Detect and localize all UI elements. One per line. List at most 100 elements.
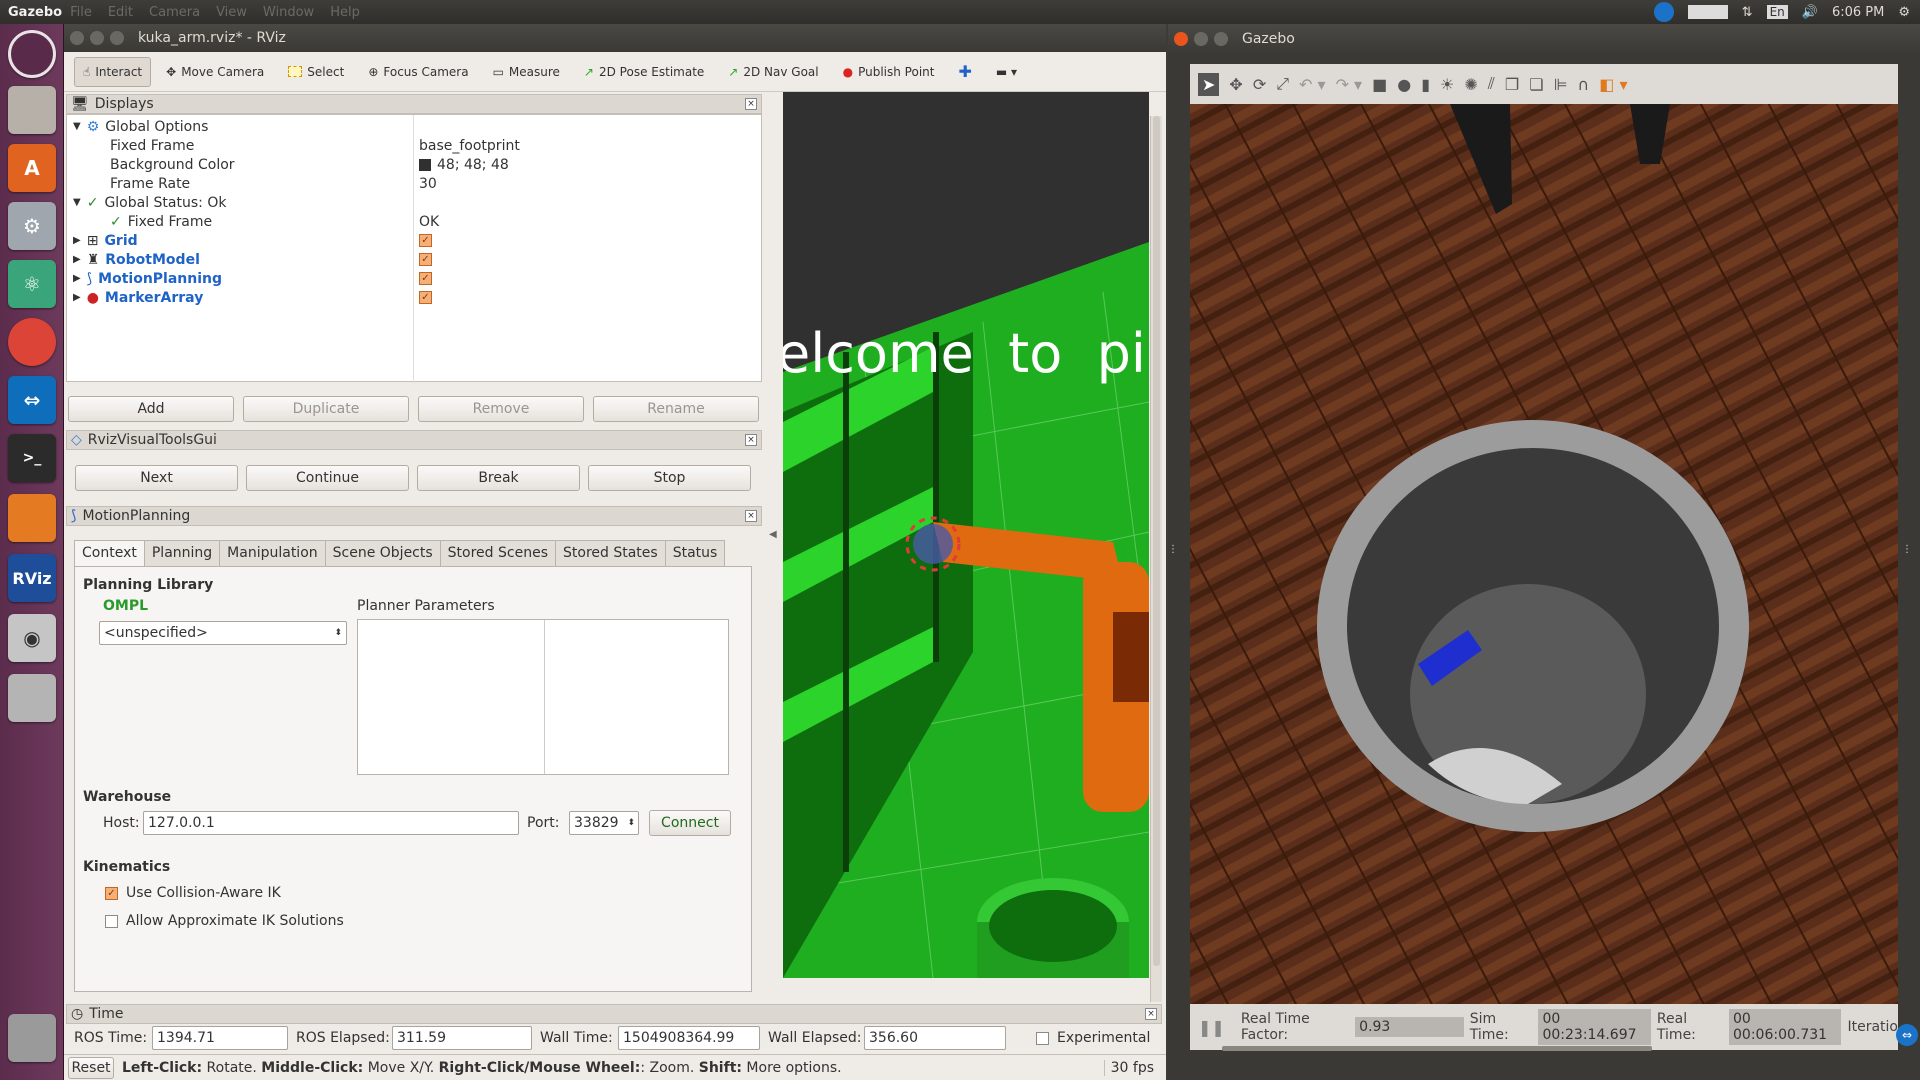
system-settings-icon[interactable]: ⚙ xyxy=(8,202,56,250)
connect-button[interactable]: Connect xyxy=(649,810,731,836)
collision-ik-option[interactable]: ✓ Use Collision-Aware IK xyxy=(105,885,281,901)
nav-goal-tool[interactable]: ↗ 2D Nav Goal xyxy=(719,57,827,87)
terminal-icon[interactable]: >_ xyxy=(8,434,56,482)
tree-global-status[interactable]: ▼ ✓ Global Status: Ok xyxy=(73,193,226,212)
gazebo-3d-scene[interactable] xyxy=(1190,104,1898,1004)
volume-icon[interactable]: 🔊 xyxy=(1802,5,1818,20)
box-shape-icon[interactable]: ■ xyxy=(1372,75,1387,94)
minimize-window-button[interactable] xyxy=(1194,32,1208,46)
disk-icon[interactable] xyxy=(8,674,56,722)
redo-icon[interactable]: ↷ ▾ xyxy=(1336,75,1363,94)
approx-ik-option[interactable]: Allow Approximate IK Solutions xyxy=(105,913,344,929)
grid-checkbox[interactable]: ✓ xyxy=(419,234,432,247)
tab-planning[interactable]: Planning xyxy=(143,540,221,566)
tab-stored-scenes[interactable]: Stored Scenes xyxy=(439,540,556,566)
clock[interactable]: 6:06 PM xyxy=(1832,5,1884,20)
left-collapse-handle[interactable]: ⋮ xyxy=(1168,544,1178,555)
menu-window[interactable]: Window xyxy=(263,5,314,20)
close-panel-button[interactable]: × xyxy=(1145,1008,1157,1020)
point-light-icon[interactable]: ☀ xyxy=(1440,75,1454,94)
close-panel-button[interactable]: × xyxy=(745,510,757,522)
right-collapse-handle[interactable]: ⋮ xyxy=(1902,544,1912,555)
sublime-icon[interactable] xyxy=(8,494,56,542)
view-scrollbar[interactable] xyxy=(1150,116,1162,1002)
stop-button[interactable]: Stop xyxy=(588,465,751,491)
close-window-button[interactable] xyxy=(1174,32,1188,46)
wall-elapsed-field[interactable]: 356.60 xyxy=(864,1026,1006,1050)
select-mode-icon[interactable]: ➤ xyxy=(1198,72,1220,96)
settings-gear-icon[interactable]: ⚙ xyxy=(1898,5,1910,20)
software-center-icon[interactable]: A xyxy=(8,144,56,192)
spot-light-icon[interactable]: ✺ xyxy=(1464,75,1477,94)
atom-editor-icon[interactable]: ⚛ xyxy=(8,260,56,308)
tab-scene-objects[interactable]: Scene Objects xyxy=(324,540,441,566)
maximize-window-button[interactable] xyxy=(1214,32,1228,46)
view-angle-icon[interactable]: ◧ ▾ xyxy=(1599,75,1627,94)
duplicate-display-button[interactable]: Duplicate xyxy=(243,396,409,422)
copy-icon[interactable]: ❐ xyxy=(1505,75,1519,94)
rename-display-button[interactable]: Rename xyxy=(593,396,759,422)
collapse-arrow-icon[interactable]: ▶ xyxy=(73,235,81,246)
expand-arrow-icon[interactable]: ▼ xyxy=(73,197,81,208)
cylinder-shape-icon[interactable]: ▮ xyxy=(1421,75,1430,94)
rviz-icon[interactable]: RViz xyxy=(8,554,56,602)
tree-motionplanning[interactable]: ▶ ⟆ MotionPlanning xyxy=(73,269,222,288)
spin-arrows-icon[interactable]: ⬍ xyxy=(627,812,635,834)
network-icon[interactable]: ⇅ xyxy=(1742,5,1753,20)
directional-light-icon[interactable]: ⫽ xyxy=(1488,74,1495,94)
teamviewer-tray-icon[interactable] xyxy=(1653,2,1674,22)
ubuntu-dash-icon[interactable] xyxy=(8,30,56,78)
tab-status[interactable]: Status xyxy=(664,540,726,566)
menu-help[interactable]: Help xyxy=(330,5,360,20)
select-tool[interactable]: Select xyxy=(279,57,353,87)
close-panel-button[interactable]: × xyxy=(745,434,757,446)
motionplanning-checkbox[interactable]: ✓ xyxy=(419,272,432,285)
robotmodel-checkbox[interactable]: ✓ xyxy=(419,253,432,266)
paste-icon[interactable]: ❏ xyxy=(1529,75,1543,94)
approx-ik-checkbox[interactable] xyxy=(105,914,118,928)
horizontal-scrollbar[interactable] xyxy=(1222,1046,1652,1051)
publish-point-tool[interactable]: ● Publish Point xyxy=(834,57,944,87)
menu-camera[interactable]: Camera xyxy=(149,5,200,20)
tree-global-options[interactable]: ▼ ⚙ Global Options xyxy=(73,117,208,136)
collision-ik-checkbox[interactable]: ✓ xyxy=(105,886,118,900)
tree-markerarray[interactable]: ▶ ● MarkerArray xyxy=(73,288,203,307)
menu-view[interactable]: View xyxy=(216,5,247,20)
break-button[interactable]: Break xyxy=(417,465,580,491)
bg-color-value[interactable]: 48; 48; 48 xyxy=(419,155,509,174)
wall-time-field[interactable]: 1504908364.99 xyxy=(618,1026,760,1050)
frame-rate-value[interactable]: 30 xyxy=(419,174,437,193)
expand-arrow-icon[interactable]: ▼ xyxy=(73,121,81,132)
ros-time-field[interactable]: 1394.71 xyxy=(152,1026,288,1050)
add-tool-button[interactable]: ✚ xyxy=(949,57,980,87)
close-window-button[interactable] xyxy=(70,31,84,45)
pause-icon[interactable]: ❚❚ xyxy=(1198,1018,1225,1037)
planner-select[interactable]: <unspecified> ⬍ xyxy=(99,621,347,645)
file-manager-icon[interactable] xyxy=(8,86,56,134)
continue-button[interactable]: Continue xyxy=(246,465,409,491)
undo-icon[interactable]: ↶ ▾ xyxy=(1299,75,1326,94)
trash-icon[interactable] xyxy=(8,1014,56,1062)
rotate-mode-icon[interactable]: ⟳ xyxy=(1253,75,1266,94)
next-button[interactable]: Next xyxy=(75,465,238,491)
fixed-frame-value[interactable]: base_footprint xyxy=(419,136,520,155)
keyboard-lang[interactable]: En xyxy=(1766,5,1788,19)
tab-manipulation[interactable]: Manipulation xyxy=(219,540,326,566)
align-icon[interactable]: ⊫ xyxy=(1554,75,1568,94)
measure-tool[interactable]: ▭ Measure xyxy=(484,57,569,87)
teamviewer-icon[interactable]: ⇔ xyxy=(8,376,56,424)
battery-icon[interactable] xyxy=(1687,5,1728,19)
host-input[interactable]: 127.0.0.1 xyxy=(143,811,519,835)
screenshot-icon[interactable]: ◉ xyxy=(8,614,56,662)
tree-grid[interactable]: ▶ ⊞ Grid xyxy=(73,231,138,250)
move-camera-tool[interactable]: ✥ Move Camera xyxy=(157,57,273,87)
experimental-option[interactable]: Experimental xyxy=(1036,1030,1150,1046)
close-panel-button[interactable]: × xyxy=(745,98,757,110)
minimize-window-button[interactable] xyxy=(90,31,104,45)
ros-elapsed-field[interactable]: 311.59 xyxy=(392,1026,532,1050)
tree-robotmodel[interactable]: ▶ ♜ RobotModel xyxy=(73,250,200,269)
port-spinbox[interactable]: 33829 ⬍ xyxy=(569,811,639,835)
tab-context[interactable]: Context xyxy=(74,540,145,566)
rviz-3d-view[interactable]: elcome to pi xyxy=(783,92,1149,978)
collapse-arrow-icon[interactable]: ▶ xyxy=(73,254,81,265)
